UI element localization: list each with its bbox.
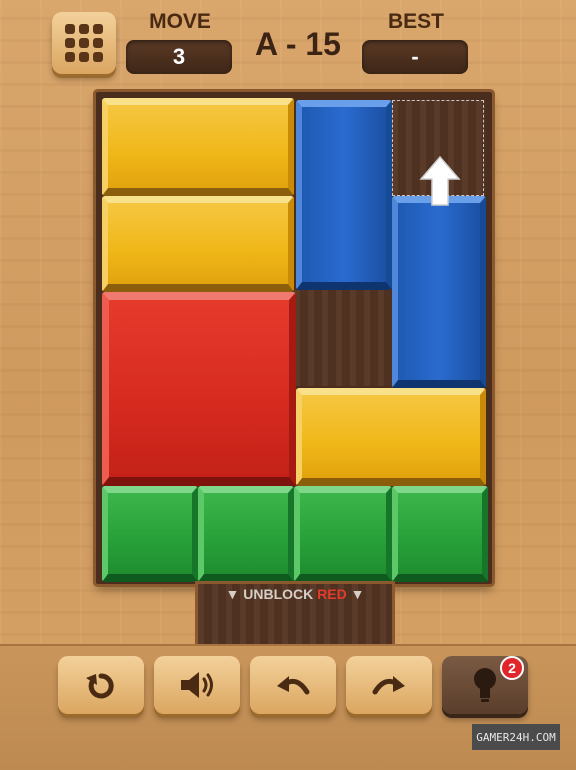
yellow-block[interactable] [102,98,294,196]
watermark: GAMER24H.COM [472,724,560,750]
restart-button[interactable] [58,656,144,714]
triangle-down-icon: ▼ [350,586,365,602]
undo-icon [277,676,310,695]
green-block[interactable] [392,486,488,582]
sound-button[interactable] [154,656,240,714]
blue-block[interactable] [392,196,486,388]
blue-block[interactable] [296,100,392,290]
restart-icon [86,673,114,699]
exit-hint-text: UNBLOCK [243,586,314,602]
level-title: A - 15 [255,26,341,62]
grid-icon [65,24,103,62]
best-label: BEST [387,10,444,33]
green-block[interactable] [102,486,198,582]
move-counter: 3 [126,40,232,74]
yellow-block[interactable] [296,388,486,486]
redo-button[interactable] [346,656,432,714]
green-block[interactable] [198,486,294,582]
hint-count-badge: 2 [500,656,524,680]
exit-hint-color: RED [317,586,347,602]
sound-icon [181,672,213,698]
green-block[interactable] [294,486,392,582]
triangle-down-icon: ▼ [225,586,240,602]
red-block[interactable] [102,292,296,486]
top-bar: MOVE 3 A - 15 BEST - [0,0,576,90]
exit-hint: ▼ UNBLOCK RED ▼ [198,586,392,602]
hint-bulb-icon [474,668,496,702]
arrow-up-icon [419,155,461,206]
redo-icon [372,676,405,695]
undo-button[interactable] [250,656,336,714]
move-label: MOVE [149,10,211,33]
empty-cell [294,290,392,386]
yellow-block[interactable] [102,196,294,292]
menu-button[interactable] [52,12,116,74]
best-score: - [362,40,468,74]
